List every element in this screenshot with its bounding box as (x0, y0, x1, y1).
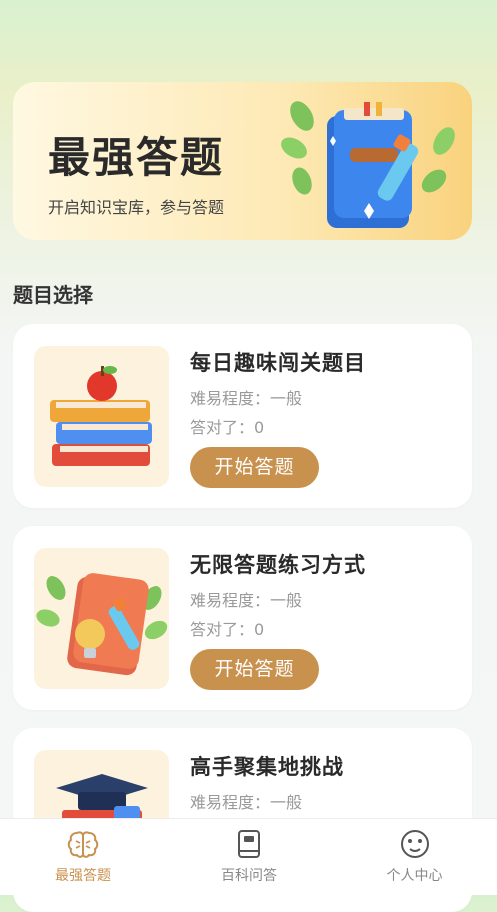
card-difficulty: 难易程度：一般 (190, 389, 303, 408)
quiz-card-unlimited[interactable]: 无限答题练习方式 难易程度：一般 答对了：0 开始答题 (13, 526, 472, 710)
start-quiz-button[interactable]: 开始答题 (190, 649, 319, 690)
tab-quiz[interactable]: 最强答题 (0, 819, 166, 895)
tab-profile[interactable]: 个人中心 (332, 819, 497, 895)
tab-label: 百科问答 (221, 868, 277, 884)
tab-label: 个人中心 (386, 868, 443, 884)
card-correct-count: 答对了：0 (190, 418, 265, 437)
hero-banner: 最强答题 开启知识宝库，参与答题 (13, 82, 472, 240)
section-title: 题目选择 (13, 283, 93, 307)
banner-title: 最强答题 (48, 133, 225, 182)
tab-label: 最强答题 (55, 868, 111, 884)
brain-icon (67, 831, 99, 858)
card-correct-count: 答对了：0 (190, 620, 265, 639)
banner-subtitle: 开启知识宝库，参与答题 (48, 198, 225, 217)
card-title: 高手聚集地挑战 (190, 755, 344, 779)
bottom-tab-bar: 最强答题 百科问答 个人中心 (0, 818, 497, 895)
tab-encyclopedia[interactable]: 百科问答 (166, 819, 332, 895)
books-apple-illustration (34, 346, 169, 487)
book-icon (238, 830, 260, 858)
card-difficulty: 难易程度：一般 (190, 591, 303, 610)
notebook-bulb-illustration (34, 548, 169, 689)
card-title: 无限答题练习方式 (190, 553, 366, 577)
card-difficulty: 难易程度：一般 (190, 793, 303, 812)
start-quiz-button[interactable]: 开始答题 (190, 447, 319, 488)
quiz-card-daily[interactable]: 每日趣味闯关题目 难易程度：一般 答对了：0 开始答题 (13, 324, 472, 508)
card-title: 每日趣味闯关题目 (190, 351, 366, 375)
face-icon (400, 830, 429, 858)
book-pen-illustration (281, 101, 455, 228)
